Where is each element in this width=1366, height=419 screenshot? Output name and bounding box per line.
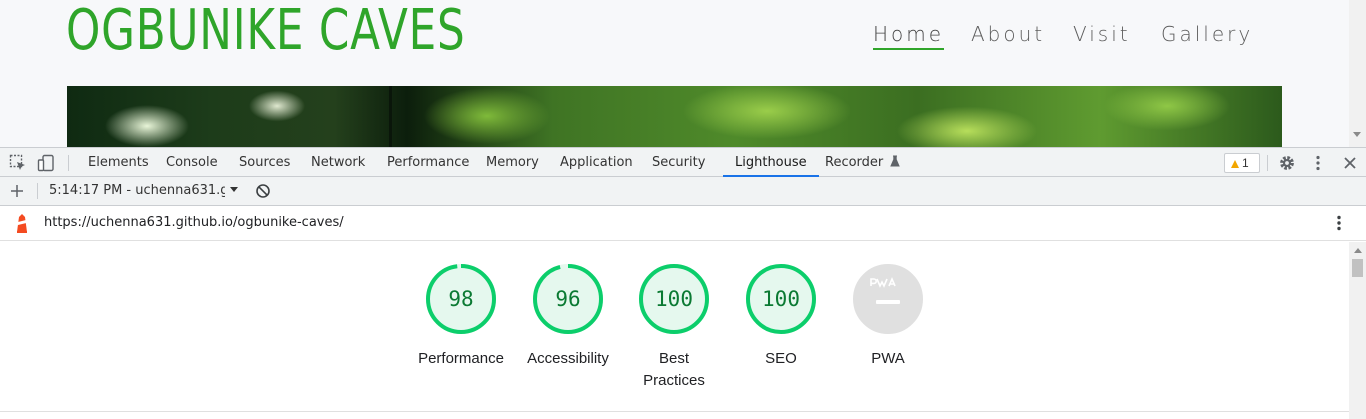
- tab-application[interactable]: Application: [560, 148, 633, 177]
- experimental-flask-icon: [890, 155, 901, 167]
- tab-lighthouse[interactable]: Lighthouse: [723, 148, 819, 177]
- close-icon[interactable]: [1341, 154, 1359, 172]
- gauge-score: 98: [448, 287, 473, 311]
- gauge-ring-pwa: [853, 264, 923, 334]
- tab-security[interactable]: Security: [652, 148, 705, 177]
- gauge-best-practices[interactable]: 100 Best Practices: [619, 262, 729, 392]
- warnings-badge[interactable]: 1: [1224, 153, 1260, 173]
- tab-recorder-label: Recorder: [825, 155, 884, 170]
- lighthouse-toolbar: 5:14:17 PM - uchenna631.githu: [0, 177, 1366, 206]
- warnings-count: 1: [1242, 156, 1249, 170]
- tab-performance[interactable]: Performance: [387, 148, 469, 177]
- gauge-label: Performance: [418, 350, 504, 367]
- gauge-ring-seo: 100: [746, 264, 816, 334]
- report-url-bar: https://uchenna631.github.io/ogbunike-ca…: [0, 206, 1366, 241]
- settings-icon[interactable]: [1278, 154, 1296, 172]
- site-title: OGBUNIKE CAVES: [66, 0, 466, 63]
- nav-link-visit[interactable]: Visit: [1073, 22, 1131, 46]
- gauge-ring-best-practices: 100: [639, 264, 709, 334]
- lighthouse-report: 98 Performance 96 Accessibility 100 Best Prac…: [0, 242, 1349, 419]
- nav-link-gallery[interactable]: Gallery: [1161, 22, 1253, 46]
- gauge-ring-performance: 98: [426, 264, 496, 334]
- report-selector[interactable]: 5:14:17 PM - uchenna631.githu: [49, 177, 225, 205]
- gauge-pwa[interactable]: PWA: [833, 262, 943, 370]
- tab-memory[interactable]: Memory: [486, 148, 539, 177]
- report-scrollbar[interactable]: [1349, 242, 1366, 419]
- gauge-ring-accessibility: 96: [533, 264, 603, 334]
- nav-link-about[interactable]: About: [971, 22, 1045, 46]
- tab-elements[interactable]: Elements: [88, 148, 149, 177]
- device-toolbar-icon[interactable]: [37, 154, 55, 172]
- gauge-background: [853, 264, 923, 334]
- more-options-icon[interactable]: [1309, 154, 1327, 172]
- gauge-performance[interactable]: 98 Performance: [406, 262, 516, 370]
- gauge-seo[interactable]: 100 SEO: [726, 262, 836, 370]
- new-report-plus-icon[interactable]: [8, 182, 26, 200]
- website-viewport: OGBUNIKE CAVES Home About Visit Gallery: [0, 0, 1366, 147]
- report-url[interactable]: https://uchenna631.github.io/ogbunike-ca…: [44, 206, 344, 240]
- nav-link-home[interactable]: Home: [873, 22, 945, 50]
- gauge-accessibility[interactable]: 96 Accessibility: [513, 262, 623, 370]
- lighthouse-logo-icon: [13, 213, 31, 233]
- hero-image: [67, 86, 1282, 147]
- tab-sources[interactable]: Sources: [239, 148, 290, 177]
- tab-recorder[interactable]: Recorder: [825, 148, 901, 177]
- gauge-label: SEO: [765, 350, 797, 367]
- scroll-up-arrow-icon[interactable]: [1354, 248, 1362, 253]
- scrollbar-thumb[interactable]: [1352, 259, 1363, 277]
- devtools-tab-bar: Elements Console Sources Network Perform…: [0, 147, 1366, 177]
- divider: [0, 411, 1349, 412]
- gauge-score: 96: [555, 287, 580, 311]
- page-scrollbar[interactable]: [1349, 0, 1366, 147]
- scroll-down-arrow-icon[interactable]: [1353, 132, 1361, 137]
- toolbar-divider: [68, 155, 69, 171]
- inspect-element-icon[interactable]: [9, 154, 27, 172]
- devtools-panel: Elements Console Sources Network Perform…: [0, 147, 1366, 419]
- dropdown-arrow-icon[interactable]: [229, 183, 247, 201]
- gauge-score: 100: [655, 287, 693, 311]
- tab-console[interactable]: Console: [166, 148, 218, 177]
- hero-image-branch: [389, 86, 392, 147]
- gauge-label: PWA: [871, 350, 905, 367]
- toolbar-divider: [1267, 155, 1268, 171]
- tab-network[interactable]: Network: [311, 148, 365, 177]
- gauge-score: 100: [762, 287, 800, 311]
- toolbar-divider: [37, 183, 38, 199]
- warning-icon: [1231, 160, 1239, 168]
- gauge-label: Best Practices: [643, 350, 705, 389]
- gauge-label: Accessibility: [527, 350, 609, 367]
- clear-all-icon[interactable]: [255, 183, 273, 201]
- report-menu-icon[interactable]: [1330, 214, 1348, 232]
